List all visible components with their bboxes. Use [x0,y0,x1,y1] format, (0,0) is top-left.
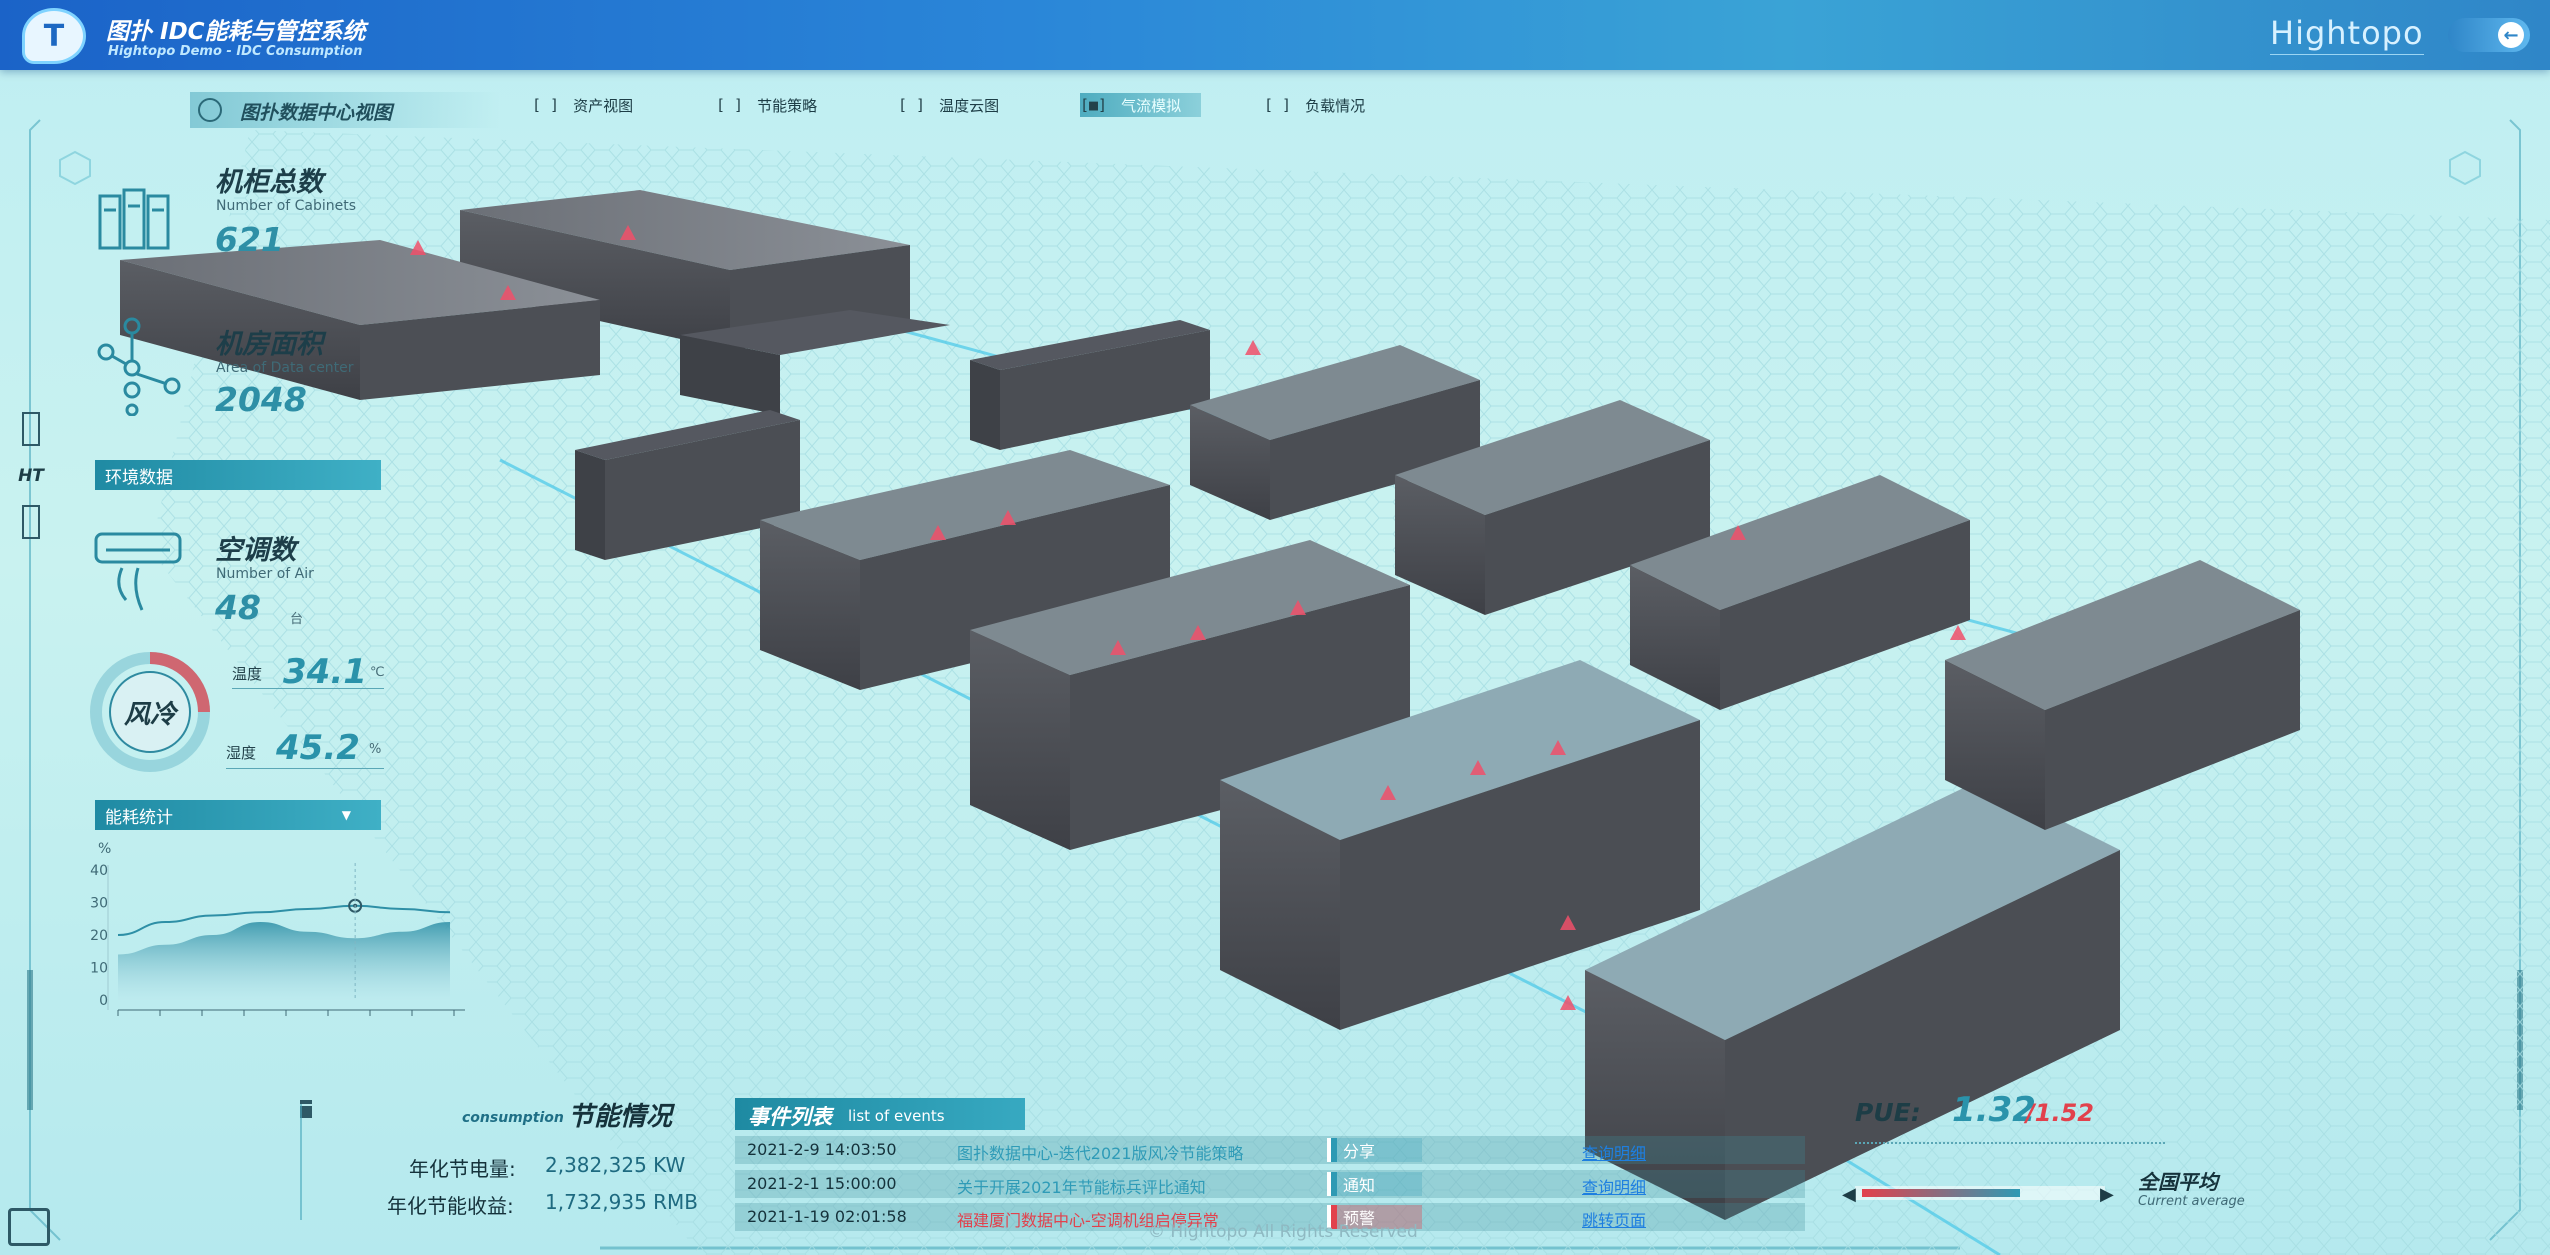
event-tag: 通知 [1327,1172,1422,1196]
air-en: Number of Air [216,566,314,582]
pue-progress-fill [1862,1189,2020,1197]
series-area [118,922,450,1000]
temperature-unit: ℃ [370,665,385,680]
y-tick-label: 20 [90,928,108,944]
air-conditioner-icon [94,532,182,611]
view-icon [198,98,222,122]
chevron-left-icon: ◀ [1842,1184,1856,1205]
cabinets-value: 621 [215,220,284,259]
cabinet-icon [98,188,170,250]
event-tag: 分享 [1327,1138,1422,1162]
caret-down-icon[interactable]: ▼ [342,808,351,822]
y-tick-label: 30 [90,896,108,912]
copyright: © Hightopo All Rights Reserved [1148,1222,1418,1242]
tab-energy-strategy[interactable]: [ ] 节能策略 [716,93,817,117]
side-toggle-top[interactable] [22,412,40,446]
app-header [0,0,2550,70]
divider [232,688,384,689]
energy-section-header[interactable]: 能耗统计 ▼ [95,800,381,830]
side-toggle-bottom[interactable] [22,505,40,539]
environment-section-header: 环境数据 [95,460,381,490]
area-value: 2048 [215,380,307,419]
back-button[interactable]: ← [2448,18,2530,52]
energy-chart: % 40 30 20 10 0 [90,841,465,1016]
air-unit: 台 [290,612,304,627]
chevron-right-icon: ▶ [2100,1184,2114,1205]
event-detail-link[interactable]: 查询明细 [1582,1140,1646,1164]
divider [1855,1142,2165,1145]
brand-logo: Hightopo [2270,14,2424,55]
app-subtitle: Hightopo Demo - IDC Consumption [108,44,363,59]
decor-line [300,1100,312,1104]
national-average-label: 全国平均 [2138,1170,2218,1194]
temperature-label: 温度 [232,665,263,683]
events-title: 事件列表 [748,1105,832,1129]
app-logo-icon: T [22,8,86,64]
annual-income-value: 1,732,935 RMB [545,1190,699,1214]
events-subtitle: list of events [848,1107,945,1125]
nav-title: 图扑数据中心视图 [240,102,393,124]
humidity-value: 45.2 [276,728,360,768]
event-detail-link[interactable]: 查询明细 [1582,1174,1646,1198]
humidity-label: 湿度 [226,744,257,762]
savings-subtitle: consumption [462,1110,564,1126]
divider [226,768,384,769]
y-tick-label: 10 [90,961,108,977]
temperature-value: 34.1 [283,652,367,692]
cooling-mode-label: 风冷 [123,700,176,730]
fullscreen-icon[interactable] [8,1208,50,1246]
event-row[interactable]: 2021-2-9 14:03:50 图扑数据中心-迭代2021版风冷节能策略 分… [735,1136,1805,1164]
annual-power-value: 2,382,325 KW [545,1153,686,1177]
ht-badge[interactable]: HT [10,455,52,497]
event-jump-link[interactable]: 跳转页面 [1582,1207,1646,1231]
humidity-unit: % [369,742,382,757]
area-en: Area of Data center [216,360,354,376]
national-average-en: Current average [2138,1194,2245,1209]
y-tick-label: 0 [99,993,108,1009]
tab-temperature-cloud[interactable]: [ ] 温度云图 [898,93,999,117]
tab-load-status[interactable]: [ ] 负载情况 [1264,93,1365,117]
air-value: 48 [215,588,261,627]
pue-national-value: /1.52 [2026,1099,2094,1127]
y-axis-label: % [98,841,111,857]
event-row[interactable]: 2021-2-1 15:00:00 关于开展2021年节能标兵评比通知 通知 查… [735,1170,1805,1198]
tab-airflow-simulation[interactable]: [■] 气流模拟 [1080,93,1202,117]
area-title: 机房面积 [215,329,323,360]
app-title: 图扑 IDC能耗与管控系统 [106,19,366,45]
pue-label: PUE: [1855,1098,1921,1127]
tab-asset-view[interactable]: [ ] 资产视图 [532,93,633,117]
savings-title: 节能情况 [568,1102,673,1132]
annual-income-label: 年化节能收益: [387,1194,514,1218]
arrow-left-icon: ← [2498,22,2524,48]
area-network-icon [97,317,181,416]
datacenter-3d-scene[interactable] [0,70,2550,1255]
y-tick-label: 40 [90,863,108,879]
pue-value: 1.32 [1952,1090,2036,1130]
annual-power-label: 年化节电量: [409,1157,516,1181]
cabinets-en: Number of Cabinets [216,198,357,214]
decor-line [300,1100,302,1220]
cabinets-title: 机柜总数 [215,167,323,198]
air-title: 空调数 [215,535,296,566]
